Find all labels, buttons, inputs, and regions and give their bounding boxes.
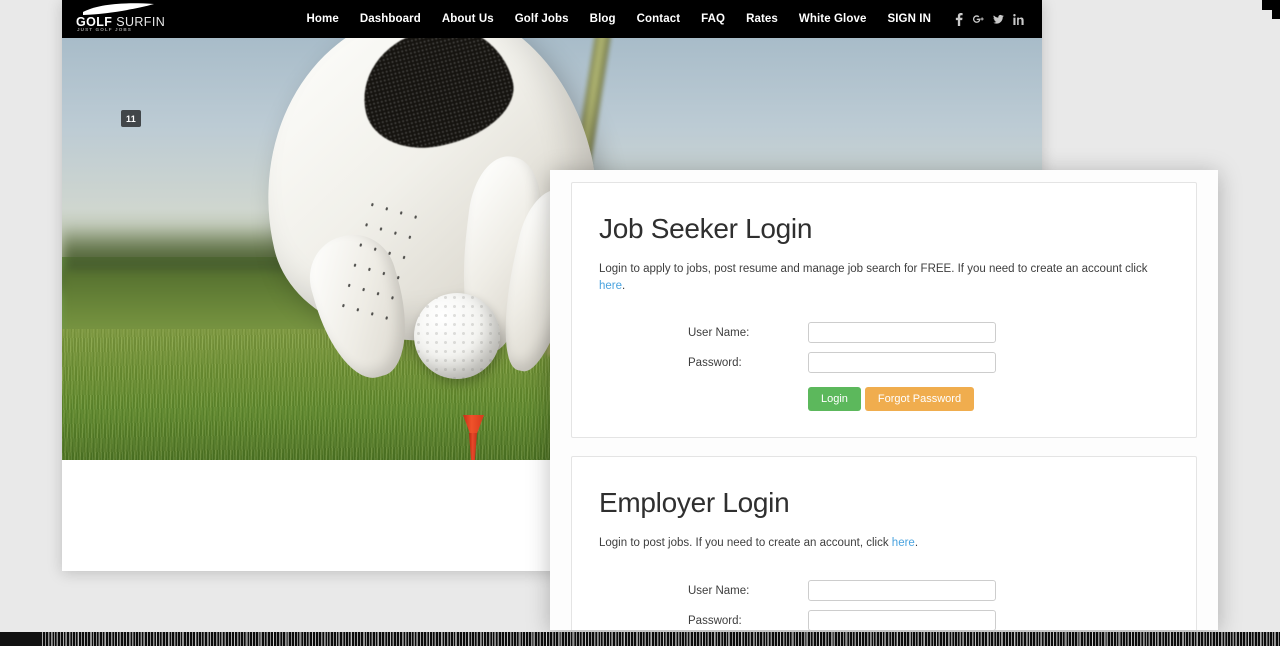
nav-item-about-us[interactable]: About Us [442,13,494,25]
hero-golf-ball-dimples [414,293,500,379]
nav-item-golf-jobs[interactable]: Golf Jobs [515,13,569,25]
nav-item-dashboard[interactable]: Dashboard [360,13,421,25]
employer-password-label: Password: [688,614,742,627]
job-seeker-create-account-link[interactable]: here [599,280,622,292]
nav-item-sign-in[interactable]: SIGN IN [887,13,931,25]
facebook-icon[interactable] [953,12,964,26]
site-navbar: GOLF SURFIN JUST GOLF JOBS Home Dashboar… [62,0,1042,38]
employer-username-label: User Name: [688,584,750,597]
job-seeker-description: Login to apply to jobs, post resume and … [599,261,1169,294]
job-seeker-desc-after: . [622,279,626,292]
linkedin-icon[interactable] [1013,12,1024,26]
nav-item-faq[interactable]: FAQ [701,13,725,25]
employer-title: Employer Login [599,487,790,519]
site-logo[interactable]: GOLF SURFIN JUST GOLF JOBS [76,2,176,36]
job-seeker-password-input[interactable] [808,352,996,374]
employer-desc-after: . [914,537,919,550]
employer-description: Login to post jobs. If you need to creat… [599,535,1169,552]
corner-notch-secondary-icon [1272,10,1280,19]
hero-slide-badge[interactable]: 11 [121,110,141,127]
job-seeker-password-row: Password: [599,352,1169,374]
job-seeker-login-button[interactable]: Login [808,387,861,412]
nav-item-contact[interactable]: Contact [637,13,681,25]
job-seeker-forgot-password-button[interactable]: Forgot Password [864,387,975,412]
bottom-static-left-block [0,632,42,646]
employer-create-account-link[interactable]: here [892,537,915,549]
employer-username-row: User Name: [599,580,1169,602]
social-links [953,12,1030,26]
corner-notch-icon [1262,0,1280,10]
job-seeker-username-input[interactable] [808,322,996,344]
screen-root: GOLF SURFIN JUST GOLF JOBS Home Dashboar… [0,0,1280,646]
employer-login-card: Employer Login Login to post jobs. If yo… [571,456,1197,630]
job-seeker-login-card: Job Seeker Login Login to apply to jobs,… [571,182,1197,439]
logo-tagline: JUST GOLF JOBS [77,27,132,32]
nav-item-home[interactable]: Home [307,13,339,25]
employer-username-input[interactable] [808,580,996,602]
job-seeker-title: Job Seeker Login [599,213,813,244]
nav-links: Home Dashboard About Us Golf Jobs Blog C… [176,13,953,25]
job-seeker-username-label: User Name: [688,326,750,339]
employer-password-input[interactable] [808,610,996,630]
job-seeker-button-row: Login Forgot Password [599,387,1169,412]
nav-item-white-glove[interactable]: White Glove [799,13,867,25]
job-seeker-desc-before: Login to apply to jobs, post resume and … [599,263,1148,275]
employer-password-row: Password: [599,610,1169,630]
login-overlay-panel: Job Seeker Login Login to apply to jobs,… [550,170,1218,630]
bottom-static-strip [0,632,1280,646]
google-plus-icon[interactable] [973,12,984,26]
job-seeker-username-row: User Name: [599,322,1169,344]
twitter-icon[interactable] [993,12,1004,26]
nav-item-blog[interactable]: Blog [590,13,616,25]
nav-item-rates[interactable]: Rates [746,13,778,25]
employer-desc-before: Login to post jobs. If you need to creat… [599,537,892,550]
job-seeker-password-label: Password: [688,356,742,369]
